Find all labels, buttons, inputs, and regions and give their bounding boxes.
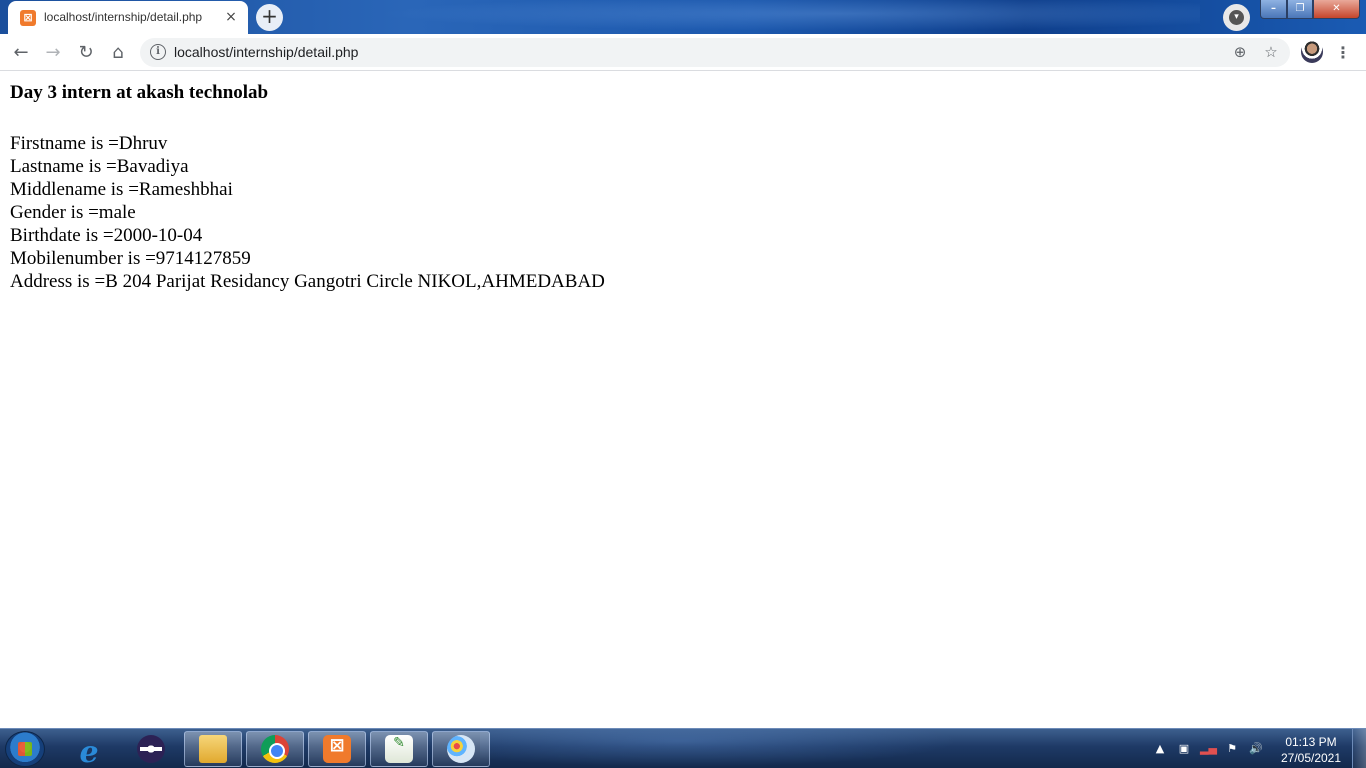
tab-search-button[interactable]: ▾ bbox=[1223, 4, 1250, 31]
windows-taskbar: e ⊠ ✎ ▲ ▣ ▂▄ ⚑ 🔊 01:13 PM 27/05/2021 bbox=[0, 728, 1366, 768]
page-heading: Day 3 intern at akash technolab bbox=[10, 82, 269, 103]
eclipse-icon bbox=[137, 735, 165, 763]
taskbar-internet-explorer[interactable]: e bbox=[60, 731, 118, 768]
reload-button[interactable]: ↻ bbox=[73, 40, 99, 66]
taskbar-clock[interactable]: 01:13 PM 27/05/2021 bbox=[1276, 734, 1346, 766]
action-center-icon[interactable]: ⚑ bbox=[1224, 741, 1240, 757]
speaker-icon[interactable]: 🔊 bbox=[1248, 741, 1264, 757]
taskbar-notepad-plus-plus[interactable]: ✎ bbox=[370, 731, 428, 767]
maximize-button[interactable]: ❐ bbox=[1287, 0, 1313, 19]
forward-button[interactable]: → bbox=[40, 40, 66, 66]
device-icon[interactable]: ▣ bbox=[1176, 741, 1192, 757]
xampp-icon: ⊠ bbox=[20, 10, 36, 26]
taskbar-chrome[interactable] bbox=[246, 731, 304, 767]
new-tab-button[interactable]: + bbox=[256, 4, 283, 31]
taskbar-xampp[interactable]: ⊠ bbox=[308, 731, 366, 767]
detail-firstname: Firstname is =Dhruv bbox=[10, 133, 168, 154]
bookmark-star-icon[interactable]: ☆ bbox=[1260, 41, 1282, 63]
show-desktop-button[interactable] bbox=[1352, 729, 1366, 768]
clock-time: 01:13 PM bbox=[1285, 735, 1337, 749]
detail-lastname: Lastname is =Bavadiya bbox=[10, 156, 189, 177]
detail-middlename: Middlename is =Rameshbhai bbox=[10, 179, 233, 200]
chevron-down-icon: ▾ bbox=[1229, 10, 1244, 25]
browser-toolbar: ← → ↻ ⌂ i localhost/internship/detail.ph… bbox=[0, 34, 1366, 71]
xampp-icon: ⊠ bbox=[323, 735, 351, 763]
tab-title: localhost/internship/detail.php bbox=[44, 10, 203, 24]
zoom-icon[interactable]: ⊕ bbox=[1229, 41, 1251, 63]
clock-date: 27/05/2021 bbox=[1280, 751, 1342, 765]
address-bar[interactable]: i localhost/internship/detail.php ⊕ ☆ bbox=[140, 38, 1290, 67]
paint-icon bbox=[447, 735, 475, 763]
browser-menu-icon[interactable]: ⋮ bbox=[1333, 40, 1353, 66]
profile-avatar[interactable] bbox=[1301, 41, 1323, 63]
internet-explorer-icon: e bbox=[79, 735, 99, 768]
taskbar-paint[interactable] bbox=[432, 731, 490, 767]
browser-tab[interactable]: ⊠ localhost/internship/detail.php × bbox=[8, 1, 248, 34]
detail-address: Address is =B 204 Parijat Residancy Gang… bbox=[10, 271, 605, 292]
site-info-icon[interactable]: i bbox=[150, 44, 166, 60]
chrome-icon bbox=[261, 735, 289, 763]
start-button[interactable] bbox=[5, 731, 45, 767]
notepad-plus-plus-icon: ✎ bbox=[385, 735, 413, 763]
detail-birthdate: Birthdate is =2000-10-04 bbox=[10, 225, 203, 246]
taskbar-windows-explorer[interactable] bbox=[184, 731, 242, 767]
url-text[interactable]: localhost/internship/detail.php bbox=[174, 44, 358, 60]
minimize-button[interactable]: – bbox=[1260, 0, 1287, 19]
browser-title-bar: ⊠ localhost/internship/detail.php × + ▾ … bbox=[0, 0, 1366, 34]
window-controls: – ❐ ✕ bbox=[1260, 0, 1360, 19]
back-button[interactable]: ← bbox=[8, 40, 34, 66]
signal-icon[interactable]: ▂▄ bbox=[1200, 741, 1217, 757]
taskbar-eclipse[interactable] bbox=[122, 731, 180, 767]
detail-gender: Gender is =male bbox=[10, 202, 136, 223]
show-hidden-icons-button[interactable]: ▲ bbox=[1152, 741, 1168, 757]
close-tab-icon[interactable]: × bbox=[222, 8, 240, 26]
home-button[interactable]: ⌂ bbox=[105, 40, 131, 66]
close-window-button[interactable]: ✕ bbox=[1313, 0, 1360, 19]
page-content: Day 3 intern at akash technolab Firstnam… bbox=[0, 72, 1366, 728]
windows-explorer-icon bbox=[199, 735, 227, 763]
detail-mobilenumber: Mobilenumber is =9714127859 bbox=[10, 248, 251, 269]
